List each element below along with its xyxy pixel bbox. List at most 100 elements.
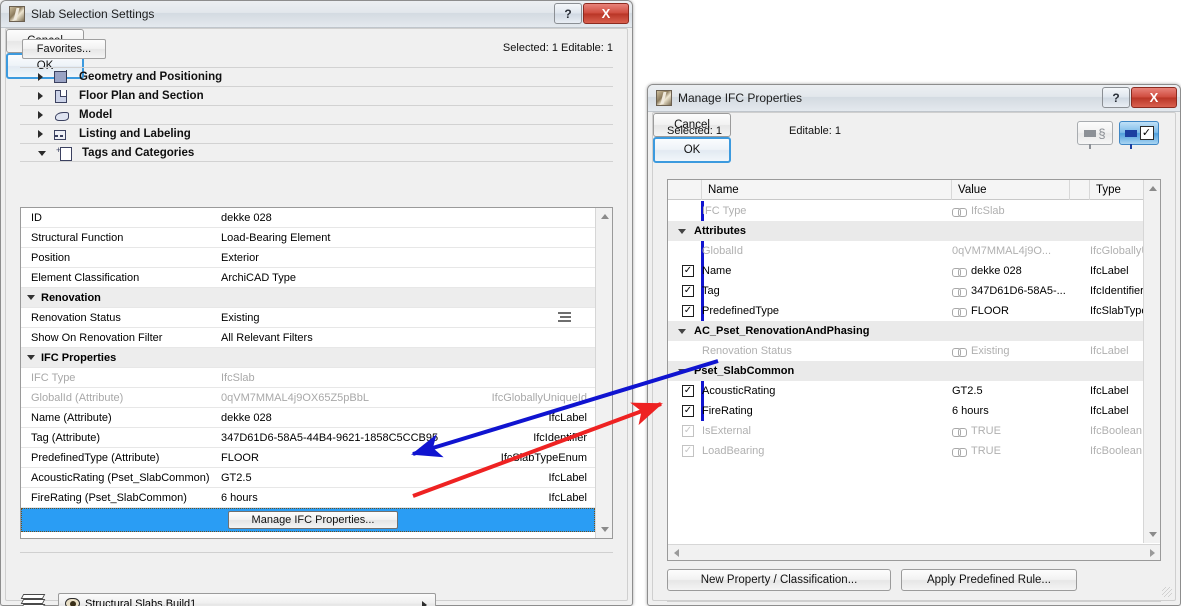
property-name: Element Classification [31,271,140,284]
favorites-button[interactable]: Favorites... [22,39,106,59]
property-row[interactable]: FireRating (Pset_SlabCommon) 6 hours Ifc… [21,488,595,508]
category-label: Listing and Labeling [79,128,191,140]
ifc-row-value-text: 347D61D6-58A5-... [971,285,1066,297]
category-row-tags-and-categories[interactable]: Tags and Categories [20,143,613,162]
property-row[interactable]: Show On Renovation Filter All Relevant F… [21,328,595,348]
row-checkbox[interactable]: ✓ [682,285,694,297]
ifc-row-value[interactable]: GT2.5 [952,385,1090,397]
ifc-row-name[interactable]: ✓ Name dekke 028 IfcLabel [668,261,1143,281]
property-row[interactable]: Element Classification ArchiCAD Type [21,268,595,288]
chevron-down-icon [27,295,35,300]
ifc-row-value[interactable]: FLOOR [952,305,1090,317]
property-row[interactable]: Name (Attribute) dekke 028 IfcLabel [21,408,595,428]
resize-grip-icon[interactable] [1162,587,1172,597]
ifc-table-horizontal-scrollbar[interactable] [668,544,1160,560]
property-value: ArchiCAD Type [221,271,296,284]
column-header-value[interactable]: Value [952,179,1070,200]
ifc-group-label: AC_Pset_RenovationAndPhasing [694,325,870,337]
column-header-name[interactable]: Name [702,179,952,200]
row-checkbox[interactable]: ✓ [682,265,694,277]
ifc-row-firerating[interactable]: ✓ FireRating 6 hours IfcLabel [668,401,1143,421]
ifc-row-value: TRUE [952,445,1090,457]
category-row-geometry-and-positioning[interactable]: Geometry and Positioning [20,67,613,86]
ifc-group-ac-pset-renovation-and-phasing[interactable]: AC_Pset_RenovationAndPhasing [668,321,1143,341]
property-type: IfcGloballyUniqueId [491,391,587,404]
row-checkbox: ✓ [682,445,694,457]
left-dialog-titlebar[interactable]: Slab Selection Settings ? X [1,1,632,28]
property-type: IfcLabel [548,411,587,424]
property-value: GT2.5 [221,471,252,484]
help-button[interactable]: ? [1102,87,1130,108]
property-row[interactable]: Structural Function Load-Bearing Element [21,228,595,248]
apply-predefined-rule-button[interactable]: Apply Predefined Rule... [901,569,1077,591]
property-grid-vertical-scrollbar[interactable] [595,208,612,538]
ifc-row-value-text: TRUE [971,445,1001,457]
right-dialog-titlebar[interactable]: Manage IFC Properties ? X [648,85,1180,112]
chevron-right-icon [422,601,427,606]
chevron-down-icon [678,368,686,374]
property-row[interactable]: ID dekke 028 [21,208,595,228]
property-row[interactable]: Renovation Status Existing [21,308,595,328]
row-checkbox[interactable]: ✓ [682,305,694,317]
manage-ifc-properties-row[interactable]: Manage IFC Properties... [21,508,595,532]
property-name: PredefinedType (Attribute) [31,451,160,464]
scroll-down-button[interactable] [1144,526,1161,543]
property-type: IfcIdentifier [533,431,587,444]
scroll-up-button[interactable] [1144,180,1161,197]
ifc-group-attributes[interactable]: Attributes [668,221,1143,241]
scroll-right-button[interactable] [1144,545,1160,560]
row-checkbox[interactable]: ✓ [682,385,694,397]
ifc-row-name-label: LoadBearing [702,445,765,457]
footer-divider [20,552,613,553]
ifc-row-value-text: 0qVM7MMAL4j9O... [952,245,1052,257]
property-row[interactable]: Tag (Attribute) 347D61D6-58A5-44B4-9621-… [21,428,595,448]
manage-ifc-properties-dialog: Manage IFC Properties ? X Selected: 1 Ed… [647,84,1181,606]
property-row[interactable]: Position Exterior [21,248,595,268]
new-property-classification-button[interactable]: New Property / Classification... [667,569,891,591]
property-name: Structural Function [31,231,124,244]
ifc-row-value[interactable]: 6 hours [952,405,1090,417]
left-window-buttons: ? X [553,3,629,24]
ifc-row-type: IfcBoolean [1090,425,1142,437]
funnel-icon [1124,129,1137,149]
ifc-row-acousticrating[interactable]: ✓ AcousticRating GT2.5 IfcLabel [668,381,1143,401]
row-checkbox-slot: ✓ [668,425,702,437]
property-name: GlobalId (Attribute) [31,391,124,404]
property-group-renovation[interactable]: Renovation [21,288,595,308]
property-row[interactable]: PredefinedType (Attribute) FLOOR IfcSlab… [21,448,595,468]
ifc-group-pset-slabcommon[interactable]: Pset_SlabCommon [668,361,1143,381]
layers-icon [20,594,48,606]
manage-ifc-properties-button[interactable]: Manage IFC Properties... [228,511,398,529]
scroll-left-button[interactable] [668,545,684,560]
filter-checked-button[interactable]: ✓ [1119,121,1159,149]
ifc-row-value: TRUE [952,425,1090,437]
ok-button[interactable]: OK [653,137,731,163]
ifc-row-value-text: IfcSlab [971,205,1005,217]
close-button[interactable]: X [583,3,629,24]
property-row[interactable]: AcousticRating (Pset_SlabCommon) GT2.5 I… [21,468,595,488]
category-row-model[interactable]: Model [20,105,613,124]
scroll-up-button[interactable] [596,208,613,225]
model-icon [53,108,71,122]
ifc-row-tag[interactable]: ✓ Tag 347D61D6-58A5-... IfcIdentifier [668,281,1143,301]
slab-selection-settings-dialog: Slab Selection Settings ? X Favorites...… [0,0,633,606]
brick-pattern-icon[interactable] [558,312,571,323]
ifc-row-renovation-status: Renovation Status Existing IfcLabel [668,341,1143,361]
category-row-floor-plan-and-section[interactable]: Floor Plan and Section [20,86,613,105]
ifc-row-predefinedtype[interactable]: ✓ PredefinedType FLOOR IfcSlabTypeEnum [668,301,1143,321]
ifc-table-vertical-scrollbar[interactable] [1143,180,1160,543]
scroll-down-button[interactable] [596,521,613,538]
filter-rules-button[interactable]: § [1077,121,1113,149]
ifc-group-label: Pset_SlabCommon [694,365,795,377]
ifc-row-value[interactable]: 347D61D6-58A5-... [952,285,1090,297]
property-group-ifc-properties[interactable]: IFC Properties [21,348,595,368]
column-header-checkbox[interactable] [668,179,702,200]
ifc-row-value[interactable]: dekke 028 [952,265,1090,277]
category-row-listing-and-labeling[interactable]: Listing and Labeling [20,124,613,143]
row-checkbox[interactable]: ✓ [682,405,694,417]
property-value: dekke 028 [221,411,272,424]
property-value: IfcSlab [221,371,255,384]
close-button[interactable]: X [1131,87,1177,108]
layer-combobox[interactable]: Structural Slabs.Build1 [58,593,436,606]
help-button[interactable]: ? [554,3,582,24]
